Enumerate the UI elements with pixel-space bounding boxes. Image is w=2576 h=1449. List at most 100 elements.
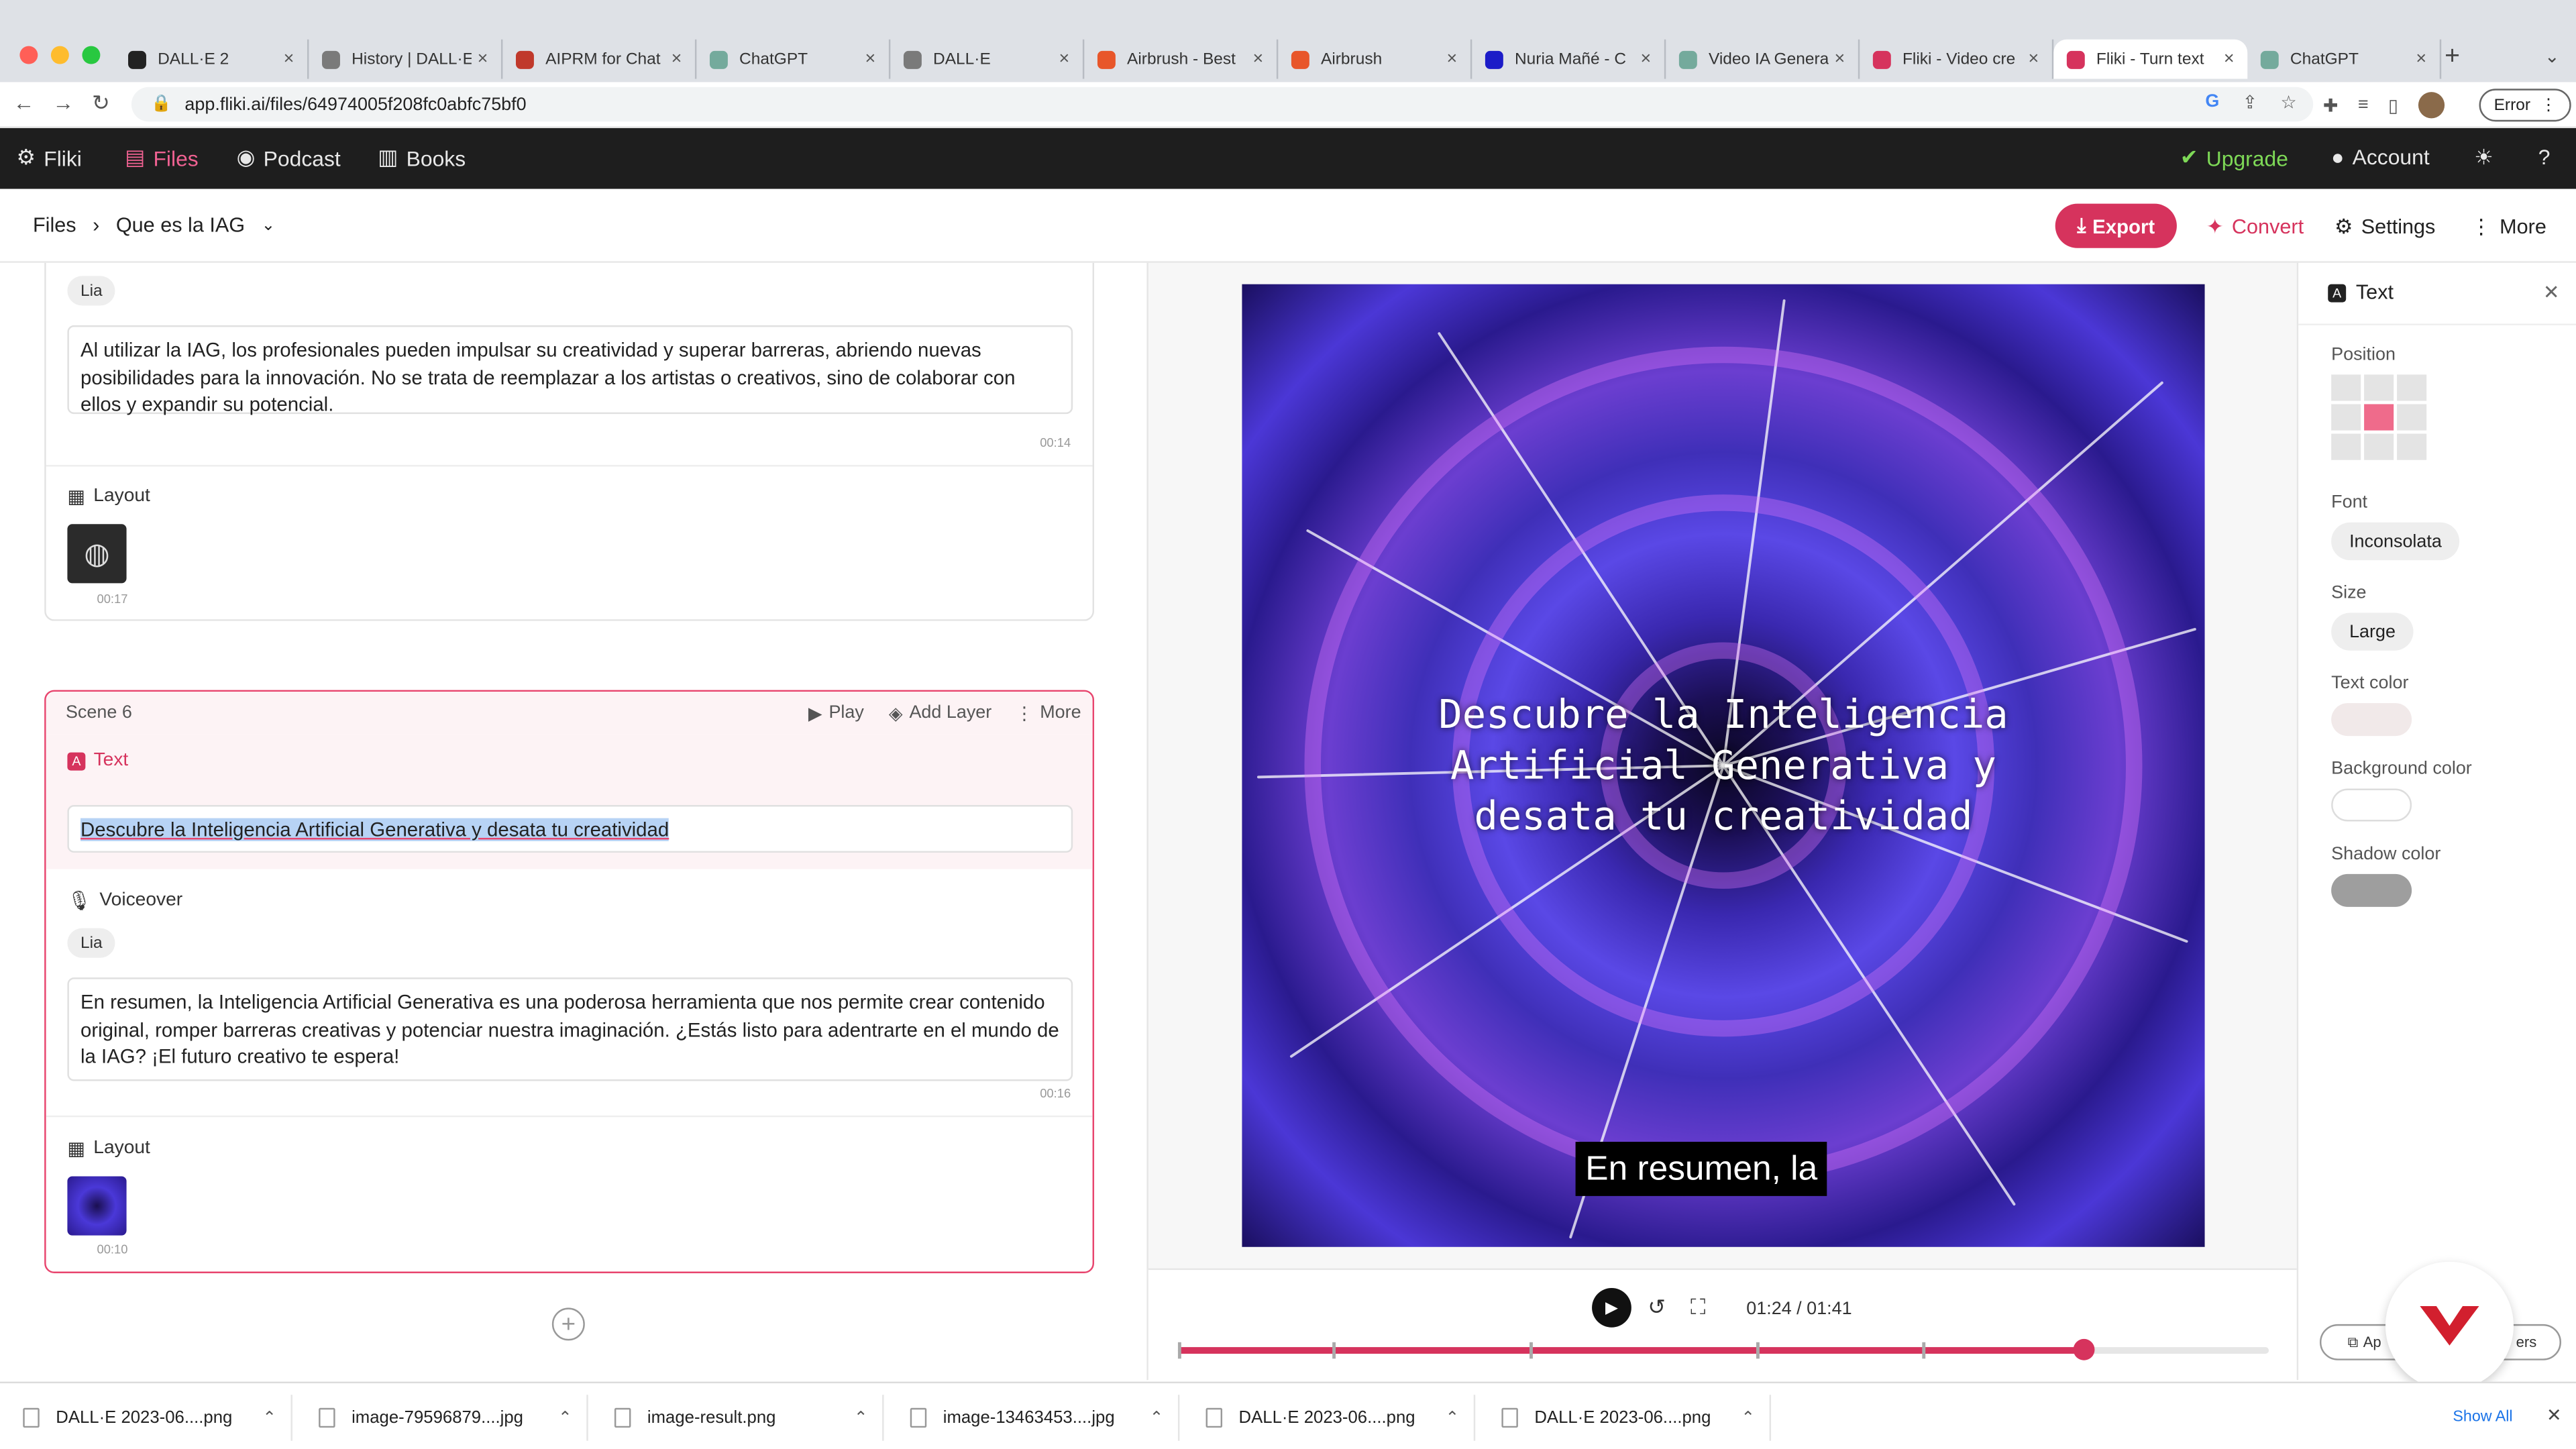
tab-close-icon[interactable]: × bbox=[1253, 49, 1264, 68]
add-layer-button[interactable]: ◈ Add Layer bbox=[889, 703, 991, 724]
download-item[interactable]: image-79596879....jpg ⌃ bbox=[296, 1395, 588, 1441]
window-controls[interactable] bbox=[19, 46, 101, 64]
tab-close-icon[interactable]: × bbox=[284, 49, 294, 68]
position-cell[interactable] bbox=[2331, 374, 2361, 401]
browser-tab[interactable]: DALL·E 2 × bbox=[115, 39, 309, 79]
side-panel-icon[interactable]: ▯ bbox=[2388, 95, 2398, 115]
profile-avatar[interactable] bbox=[2418, 92, 2445, 119]
scene-more-button[interactable]: ⋮ More bbox=[1015, 703, 1081, 724]
close-window-button[interactable] bbox=[19, 46, 38, 64]
download-item[interactable]: DALL·E 2023-06....png ⌃ bbox=[1479, 1395, 1772, 1441]
layout-thumbnail[interactable] bbox=[67, 1176, 127, 1236]
position-cell[interactable] bbox=[2364, 374, 2394, 401]
google-icon[interactable]: G bbox=[2205, 92, 2219, 113]
tab-close-icon[interactable]: × bbox=[2028, 49, 2039, 68]
browser-tab[interactable]: Video IA Genera × bbox=[1666, 39, 1860, 79]
layout-thumbnail[interactable]: ◍ bbox=[67, 524, 127, 584]
size-select[interactable]: Large bbox=[2331, 612, 2414, 651]
chevron-up-icon[interactable]: ⌃ bbox=[1727, 1409, 1770, 1427]
close-downloads-icon[interactable]: ✕ bbox=[2546, 1405, 2562, 1426]
breadcrumb-file-name[interactable]: Que es la IAG bbox=[116, 213, 245, 236]
position-cell[interactable] bbox=[2397, 433, 2427, 460]
text-layer-input[interactable]: Descubre la Inteligencia Artificial Gene… bbox=[67, 805, 1073, 853]
shadow-color-swatch[interactable] bbox=[2331, 873, 2412, 907]
chevron-up-icon[interactable]: ⌃ bbox=[544, 1409, 587, 1427]
error-button[interactable]: Error ⋮ bbox=[2479, 89, 2572, 122]
font-select[interactable]: Inconsolata bbox=[2331, 522, 2460, 561]
browser-tab[interactable]: DALL·E × bbox=[890, 39, 1085, 79]
timeline-handle[interactable] bbox=[2073, 1338, 2095, 1360]
tab-close-icon[interactable]: × bbox=[672, 49, 682, 68]
browser-tab[interactable]: Airbrush - Best × bbox=[1084, 39, 1279, 79]
browser-tab[interactable]: Nuria Mañé - C × bbox=[1472, 39, 1666, 79]
browser-tab[interactable]: Fliki - Video cre × bbox=[1860, 39, 2054, 79]
add-scene-plus-icon[interactable]: + bbox=[551, 1307, 585, 1341]
replay-icon[interactable]: ↺ bbox=[1648, 1295, 1666, 1321]
theme-toggle-sun-icon[interactable]: ☀ bbox=[2474, 145, 2493, 171]
reading-list-icon[interactable]: ≡ bbox=[2358, 95, 2369, 115]
address-bar[interactable]: 🔒 app.fliki.ai/files/64974005f208fc0abfc… bbox=[131, 87, 2314, 122]
voice-chip[interactable]: Lia bbox=[67, 276, 116, 306]
tab-close-icon[interactable]: × bbox=[1446, 49, 1457, 68]
tab-close-icon[interactable]: × bbox=[2416, 49, 2426, 68]
video-canvas[interactable]: Descubre la Inteligencia Artificial Gene… bbox=[1242, 284, 2205, 1247]
tab-search-chevron-icon[interactable]: ⌄ bbox=[2544, 46, 2560, 67]
voiceover-textarea[interactable]: Al utilizar la IAG, los profesionales pu… bbox=[67, 325, 1073, 416]
voiceover-textarea[interactable]: En resumen, la Inteligencia Artificial G… bbox=[67, 977, 1073, 1081]
download-item[interactable]: DALL·E 2023-06....png ⌃ bbox=[1183, 1395, 1476, 1441]
position-cell[interactable] bbox=[2331, 404, 2361, 431]
minimize-window-button[interactable] bbox=[50, 46, 69, 64]
position-cell[interactable] bbox=[2397, 404, 2427, 431]
upgrade-link[interactable]: ✔ Upgrade bbox=[2180, 145, 2288, 171]
browser-tab[interactable]: Airbrush × bbox=[1278, 39, 1472, 79]
share-icon[interactable]: ⇪ bbox=[2243, 92, 2258, 113]
close-icon[interactable]: ✕ bbox=[2543, 281, 2560, 304]
chat-widget-logo[interactable] bbox=[2385, 1261, 2514, 1390]
reload-icon[interactable]: ↻ bbox=[92, 91, 110, 117]
fullscreen-icon[interactable]: ⛶ bbox=[1690, 1295, 1705, 1321]
browser-tab[interactable]: ChatGPT × bbox=[2247, 39, 2442, 79]
settings-button[interactable]: ⚙ Settings bbox=[2334, 213, 2435, 239]
tab-close-icon[interactable]: × bbox=[1834, 49, 1845, 68]
convert-button[interactable]: ✦ Convert bbox=[2206, 213, 2304, 239]
fliki-logo[interactable]: ⚙ Fliki bbox=[16, 145, 81, 171]
browser-tab[interactable]: ChatGPT × bbox=[696, 39, 891, 79]
tab-close-icon[interactable]: × bbox=[865, 49, 876, 68]
chevron-up-icon[interactable]: ⌃ bbox=[248, 1409, 291, 1427]
account-link[interactable]: ● Account bbox=[2331, 145, 2430, 170]
scene-play-button[interactable]: ▶ Play bbox=[808, 703, 864, 724]
browser-tab[interactable]: AIPRM for Chat × bbox=[502, 39, 697, 79]
more-button[interactable]: ⋮ More bbox=[2471, 213, 2546, 239]
tab-close-icon[interactable]: × bbox=[478, 49, 488, 68]
position-cell[interactable] bbox=[2364, 404, 2394, 431]
chevron-up-icon[interactable]: ⌃ bbox=[1135, 1409, 1178, 1427]
tab-close-icon[interactable]: × bbox=[1059, 49, 1070, 68]
browser-tab[interactable]: History | DALL·E × bbox=[309, 39, 503, 79]
voice-chip[interactable]: Lia bbox=[67, 928, 116, 958]
back-arrow-icon[interactable]: ← bbox=[13, 91, 35, 115]
bookmark-star-icon[interactable]: ☆ bbox=[2281, 92, 2297, 113]
download-item[interactable]: image-result.png ⌃ bbox=[592, 1395, 884, 1441]
nav-files[interactable]: ▤ Files bbox=[125, 145, 199, 171]
nav-podcast[interactable]: ◉ Podcast bbox=[237, 145, 341, 171]
position-cell[interactable] bbox=[2331, 433, 2361, 460]
chevron-up-icon[interactable]: ⌃ bbox=[1431, 1409, 1474, 1427]
breadcrumb-files[interactable]: Files bbox=[33, 213, 76, 236]
help-question-icon[interactable]: ? bbox=[2538, 145, 2551, 170]
browser-tab[interactable]: Fliki - Turn text × bbox=[2053, 39, 2248, 79]
new-tab-button[interactable]: + bbox=[2445, 43, 2460, 72]
play-button[interactable]: ▶ bbox=[1592, 1288, 1631, 1328]
chevron-up-icon[interactable]: ⌃ bbox=[839, 1409, 882, 1427]
export-button[interactable]: ⤓ Export bbox=[2055, 203, 2177, 248]
text-color-swatch[interactable] bbox=[2331, 703, 2412, 737]
show-all-downloads[interactable]: Show All bbox=[2436, 1400, 2529, 1433]
position-cell[interactable] bbox=[2397, 374, 2427, 401]
chevron-down-icon[interactable]: ⌄ bbox=[262, 216, 276, 234]
position-cell[interactable] bbox=[2364, 433, 2394, 460]
timeline-scrubber[interactable] bbox=[1177, 1338, 2269, 1360]
tab-close-icon[interactable]: × bbox=[2224, 49, 2235, 68]
tab-close-icon[interactable]: × bbox=[1640, 49, 1651, 68]
nav-books[interactable]: ▥ Books bbox=[378, 145, 466, 171]
maximize-window-button[interactable] bbox=[82, 46, 101, 64]
extensions-puzzle-icon[interactable]: ✚ bbox=[2323, 95, 2339, 115]
